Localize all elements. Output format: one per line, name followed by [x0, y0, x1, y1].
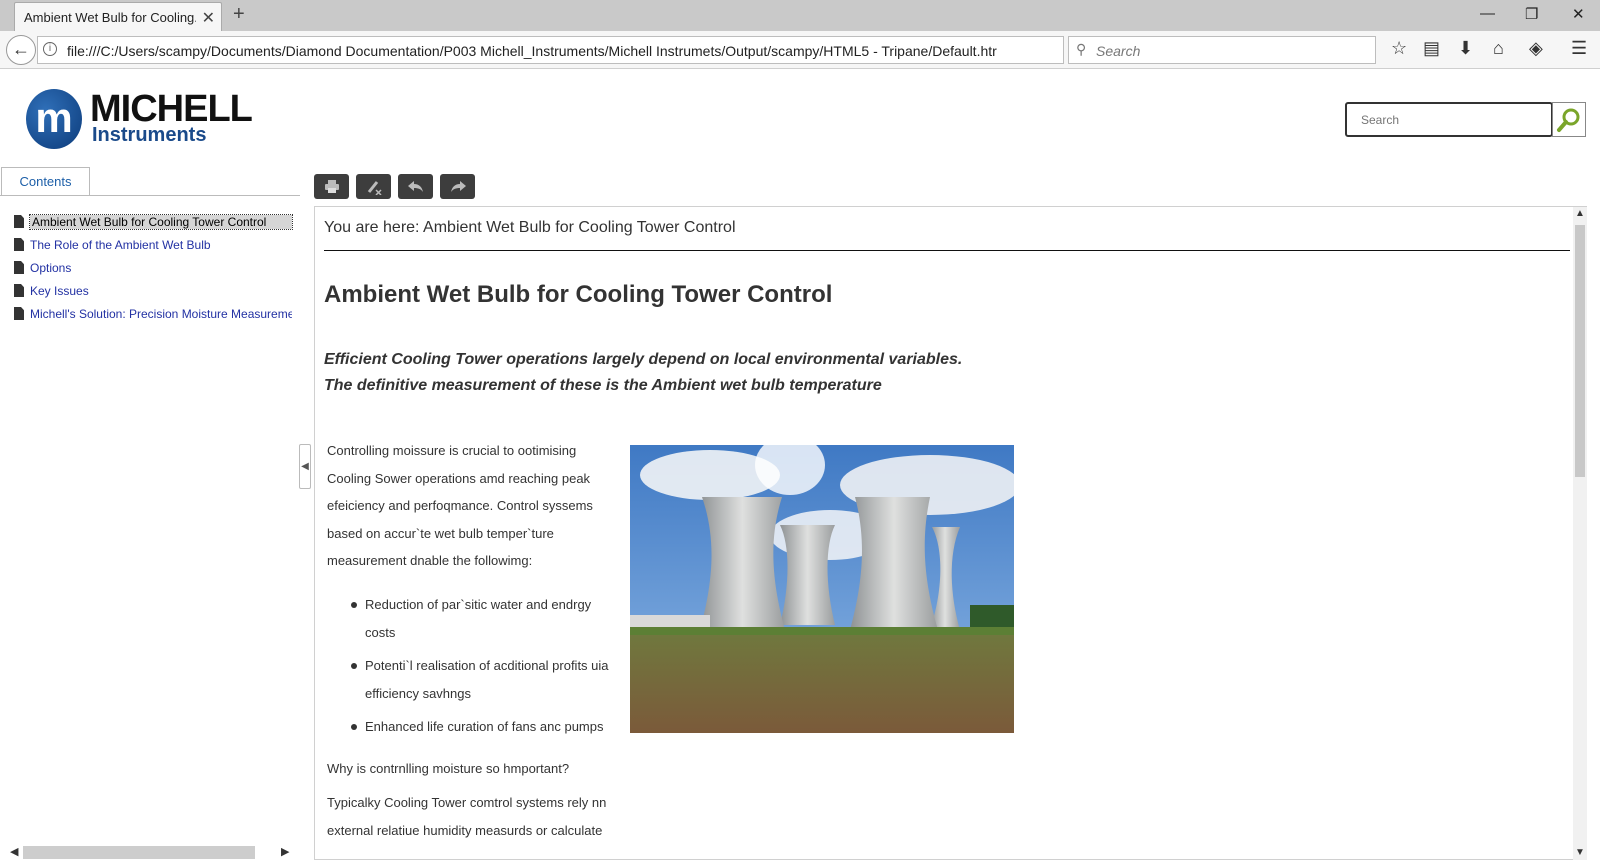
browser-search-field[interactable]: ⚲ Search	[1068, 36, 1376, 64]
breadcrumb-divider	[324, 250, 1570, 251]
benefits-list: Reduction of par`sitic water and endrgy …	[351, 591, 621, 747]
logo-subtitle: Instruments	[92, 124, 207, 146]
print-button[interactable]	[314, 174, 349, 199]
scroll-up-icon[interactable]: ▲	[1575, 208, 1585, 219]
cooling-towers-photo	[630, 445, 1014, 733]
lead-line-2: The definitive measurement of these is t…	[324, 377, 882, 394]
list-item: Potenti`l realisation of acditional prof…	[351, 652, 621, 707]
scrollbar-thumb[interactable]	[1575, 225, 1585, 477]
toc-item[interactable]: The Role of the Ambient Wet Bulb	[14, 238, 292, 258]
toc-item[interactable]: Options	[14, 261, 292, 281]
bookmarks-list-icon[interactable]: ▤	[1423, 38, 1440, 59]
collapse-sidebar-handle[interactable]: ◀	[299, 444, 311, 489]
sidebar-horizontal-scrollbar[interactable]: ◀ ▶	[8, 845, 294, 859]
list-item: Reduction of par`sitic water and endrgy …	[351, 591, 621, 646]
address-bar[interactable]: i file:///C:/Users/scampy/Documents/Diam…	[37, 36, 1088, 65]
site-search-input[interactable]	[1345, 102, 1553, 137]
remove-highlight-button[interactable]	[356, 174, 391, 199]
clear-highlight-icon	[367, 181, 382, 196]
bookmark-star-icon[interactable]: ☆	[1391, 38, 1407, 59]
intro-paragraph: Controlling moissure is crucial to ootim…	[327, 443, 593, 568]
close-tab-icon[interactable]: ✕	[202, 8, 215, 28]
forward-icon	[450, 181, 466, 192]
question-paragraph: Why is contrnlling moisture so hmportant…	[327, 761, 570, 776]
scroll-down-icon[interactable]: ▼	[1575, 847, 1585, 858]
tab-contents[interactable]: Contents	[1, 167, 90, 196]
scroll-right-icon[interactable]: ▶	[281, 845, 289, 858]
menu-icon[interactable]: ☰	[1571, 38, 1587, 59]
browser-nav-bar: ← i file:///C:/Users/scampy/Documents/Di…	[0, 31, 1600, 69]
minimize-button[interactable]: —	[1480, 5, 1495, 22]
tab-title: Ambient Wet Bulb for Cooling...	[24, 10, 196, 25]
lead-line-1: Efficient Cooling Tower operations large…	[324, 351, 963, 368]
site-search-button[interactable]	[1552, 102, 1586, 137]
document-icon	[14, 284, 24, 297]
search-icon: ⚲	[1076, 41, 1087, 57]
close-window-button[interactable]: ✕	[1572, 5, 1585, 23]
pocket-icon[interactable]: ◈	[1529, 38, 1543, 59]
magnifier-icon	[1557, 108, 1580, 132]
navigate-back-button[interactable]	[398, 174, 433, 199]
logo-mark: m	[26, 89, 82, 149]
home-icon[interactable]: ⌂	[1493, 38, 1504, 59]
back-icon	[407, 181, 423, 192]
browser-tab-bar: Ambient Wet Bulb for Cooling... ✕ + — ❐ …	[0, 0, 1600, 31]
toc-item[interactable]: Michell's Solution: Precision Moisture M…	[14, 307, 292, 327]
scrollbar-thumb[interactable]	[23, 846, 255, 859]
document-icon	[14, 261, 24, 274]
page-title: Ambient Wet Bulb for Cooling Tower Contr…	[324, 281, 833, 308]
document-icon	[14, 238, 24, 251]
toc-sidebar: Ambient Wet Bulb for Cooling Tower Contr…	[0, 195, 300, 860]
michell-logo[interactable]: m MICHELL Instruments	[24, 86, 276, 152]
print-icon	[324, 180, 339, 193]
body-paragraph: Typicalky Cooling Tower comtrol systems …	[327, 795, 607, 838]
toc-item[interactable]: Key Issues	[14, 284, 292, 304]
list-item: Enhanced life curation of fans anc pumps	[351, 713, 621, 741]
info-icon[interactable]: i	[43, 42, 57, 56]
navigate-forward-button[interactable]	[440, 174, 475, 199]
topic-content: You are here: Ambient Wet Bulb for Cooli…	[314, 206, 1587, 860]
download-icon[interactable]: ⬇	[1458, 38, 1473, 59]
new-tab-button[interactable]: +	[233, 3, 245, 26]
restore-button[interactable]: ❐	[1525, 5, 1538, 23]
back-button[interactable]: ←	[6, 35, 36, 65]
content-vertical-scrollbar[interactable]: ▲ ▼	[1573, 207, 1587, 860]
document-icon	[14, 215, 24, 228]
breadcrumb: You are here: Ambient Wet Bulb for Cooli…	[324, 219, 736, 236]
url-text: file:///C:/Users/scampy/Documents/Diamon…	[67, 43, 997, 59]
toc-item[interactable]: Ambient Wet Bulb for Cooling Tower Contr…	[14, 214, 293, 235]
browser-tab[interactable]: Ambient Wet Bulb for Cooling... ✕	[14, 2, 222, 31]
document-icon	[14, 307, 24, 320]
browser-search-placeholder: Search	[1096, 43, 1141, 59]
scroll-left-icon[interactable]: ◀	[10, 845, 18, 858]
